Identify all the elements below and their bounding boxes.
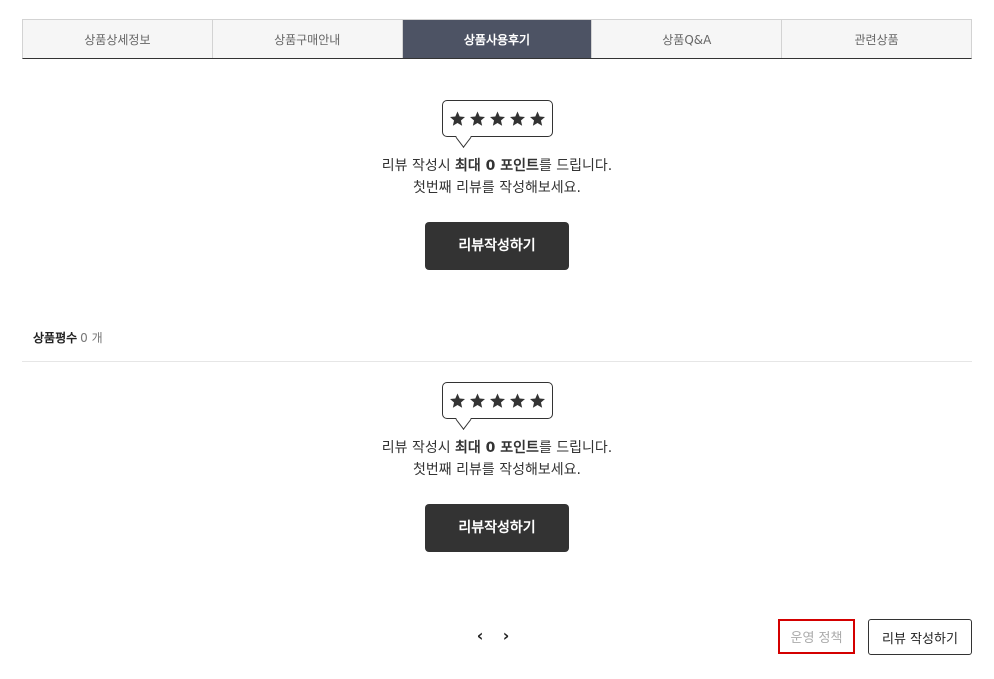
product-tabs: 상품상세정보 상품구매안내 상품사용후기 상품Q&A 관련상품 — [22, 19, 972, 59]
write-review-button[interactable]: 리뷰작성하기 — [425, 504, 569, 552]
star-icon — [509, 393, 525, 408]
rating-count-value: 0 개 — [80, 331, 103, 345]
pagination: ‹ › — [474, 625, 512, 645]
message-points: 최대 0 포인트 — [455, 158, 539, 174]
review-stars-bubble-icon — [441, 100, 553, 137]
review-stars-bubble-icon — [441, 382, 553, 419]
star-icon — [529, 393, 545, 408]
chevron-right-icon[interactable]: › — [500, 625, 512, 645]
star-icon — [449, 393, 465, 408]
tab-qna[interactable]: 상품Q&A — [592, 20, 783, 58]
message-first-review: 첫번째 리뷰를 작성해보세요. — [413, 180, 581, 196]
rating-count-label: 상품평수 — [33, 331, 78, 345]
message-prefix: 리뷰 작성시 — [381, 440, 456, 456]
empty-review-block-list: 리뷰 작성시 최대 0 포인트를 드립니다. 첫번째 리뷰를 작성해보세요. 리… — [22, 382, 972, 552]
star-icon — [529, 111, 545, 126]
write-review-button[interactable]: 리뷰작성하기 — [425, 222, 569, 270]
write-review-outline-button[interactable]: 리뷰 작성하기 — [868, 619, 972, 655]
message-prefix: 리뷰 작성시 — [381, 158, 456, 174]
star-icon — [509, 111, 525, 126]
empty-review-message: 리뷰 작성시 최대 0 포인트를 드립니다. 첫번째 리뷰를 작성해보세요. — [22, 155, 972, 199]
empty-review-block: 리뷰 작성시 최대 0 포인트를 드립니다. 첫번째 리뷰를 작성해보세요. 리… — [22, 100, 972, 270]
star-icon — [489, 111, 505, 126]
message-suffix: 를 드립니다. — [538, 158, 613, 174]
message-points: 최대 0 포인트 — [455, 440, 539, 456]
chevron-left-icon[interactable]: ‹ — [474, 625, 486, 645]
star-icon — [489, 393, 505, 408]
tab-reviews[interactable]: 상품사용후기 — [402, 20, 593, 58]
policy-button[interactable]: 운영 정책 — [778, 619, 855, 654]
star-icon — [449, 111, 465, 126]
rating-count: 상품평수 0 개 — [33, 329, 103, 346]
divider — [22, 361, 972, 362]
tab-product-detail[interactable]: 상품상세정보 — [23, 20, 213, 58]
message-suffix: 를 드립니다. — [538, 440, 613, 456]
tab-related-products[interactable]: 관련상품 — [782, 20, 971, 58]
message-first-review: 첫번째 리뷰를 작성해보세요. — [413, 462, 581, 478]
tab-purchase-guide[interactable]: 상품구매안내 — [213, 20, 403, 58]
star-icon — [469, 111, 485, 126]
star-icon — [469, 393, 485, 408]
empty-review-message: 리뷰 작성시 최대 0 포인트를 드립니다. 첫번째 리뷰를 작성해보세요. — [22, 437, 972, 481]
